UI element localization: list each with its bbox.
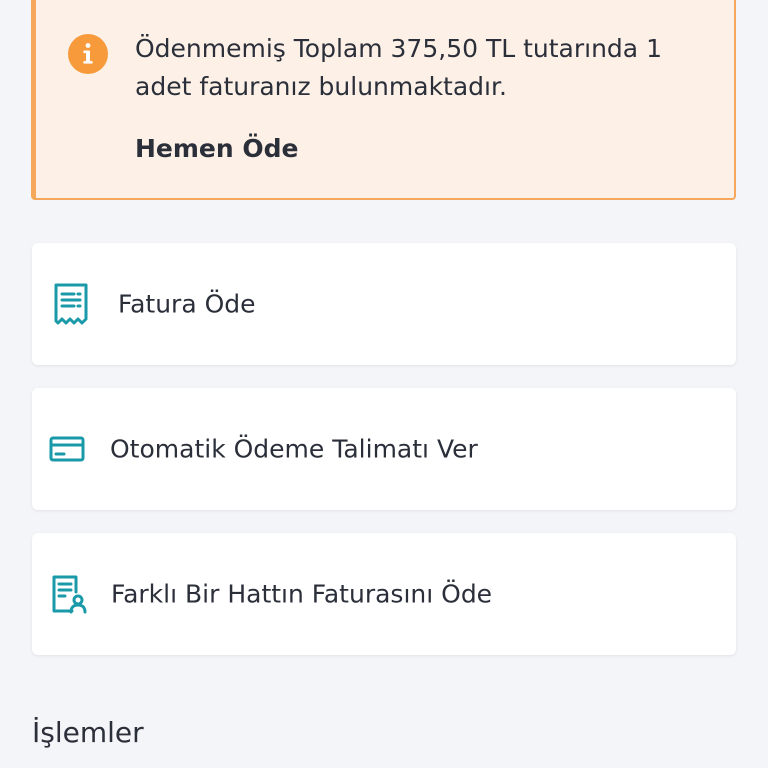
pay-other-line-label: Farklı Bir Hattın Faturasını Öde bbox=[111, 579, 493, 609]
pay-bill-label: Fatura Öde bbox=[118, 289, 256, 319]
pay-bill-button[interactable]: Fatura Öde bbox=[32, 243, 736, 365]
document-user-icon bbox=[50, 574, 88, 614]
receipt-icon bbox=[52, 282, 90, 326]
credit-card-icon bbox=[49, 435, 85, 463]
auto-payment-button[interactable]: Otomatik Ödeme Talimatı Ver bbox=[32, 388, 736, 510]
alert-message: Ödenmemiş Toplam 375,50 TL tutarında 1 a… bbox=[135, 34, 662, 101]
info-icon bbox=[68, 34, 108, 74]
pay-other-line-button[interactable]: Farklı Bir Hattın Faturasını Öde bbox=[32, 533, 736, 655]
unpaid-bill-alert: Ödenmemiş Toplam 375,50 TL tutarında 1 a… bbox=[31, 0, 736, 200]
section-title-operations: İşlemler bbox=[32, 716, 144, 749]
auto-payment-label: Otomatik Ödeme Talimatı Ver bbox=[110, 434, 478, 464]
pay-now-link[interactable]: Hemen Öde bbox=[135, 134, 299, 163]
